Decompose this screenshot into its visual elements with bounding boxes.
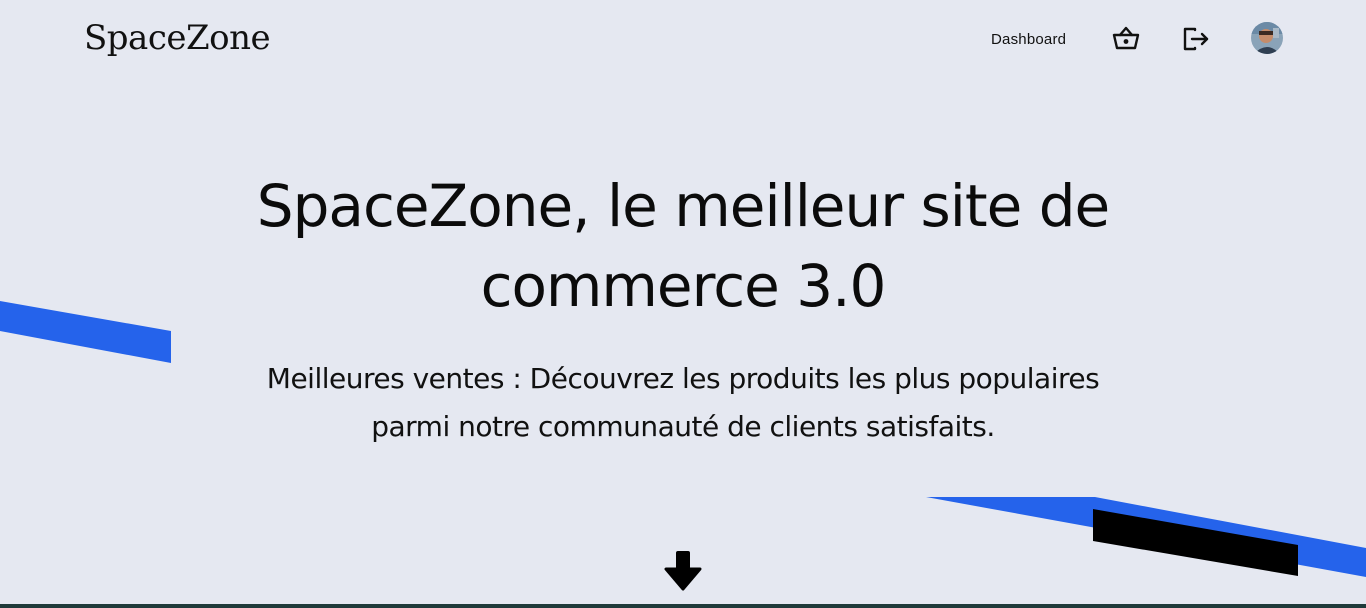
hero-subtitle: Meilleures ventes : Découvrez les produi… bbox=[233, 355, 1133, 451]
hero-title-line1: SpaceZone, le meilleur site de bbox=[256, 172, 1110, 240]
brand-logo[interactable]: SpaceZone bbox=[84, 18, 271, 58]
right-black-stripe bbox=[1093, 509, 1298, 576]
avatar-image bbox=[1251, 22, 1283, 54]
basket-button[interactable] bbox=[1111, 24, 1141, 54]
top-navigation: SpaceZone Dashboard bbox=[0, 0, 1366, 80]
logout-icon bbox=[1183, 27, 1209, 51]
scroll-down-button[interactable] bbox=[664, 549, 702, 593]
dashboard-link[interactable]: Dashboard bbox=[991, 31, 1066, 48]
hero-title-line2: commerce 3.0 bbox=[480, 252, 887, 320]
arrow-down-icon bbox=[664, 551, 702, 591]
logout-button[interactable] bbox=[1181, 24, 1211, 54]
basket-icon bbox=[1112, 26, 1140, 50]
hero-title: SpaceZone, le meilleur site de commerce … bbox=[233, 166, 1133, 326]
section-divider bbox=[0, 604, 1366, 608]
hero-subtitle-line1: Meilleures ventes : Découvrez les produi… bbox=[266, 362, 1100, 395]
user-avatar[interactable] bbox=[1251, 22, 1283, 54]
right-blue-stripe bbox=[926, 497, 1366, 577]
hero-subtitle-line2: parmi notre communauté de clients satisf… bbox=[371, 410, 995, 443]
left-blue-stripe bbox=[0, 301, 171, 363]
